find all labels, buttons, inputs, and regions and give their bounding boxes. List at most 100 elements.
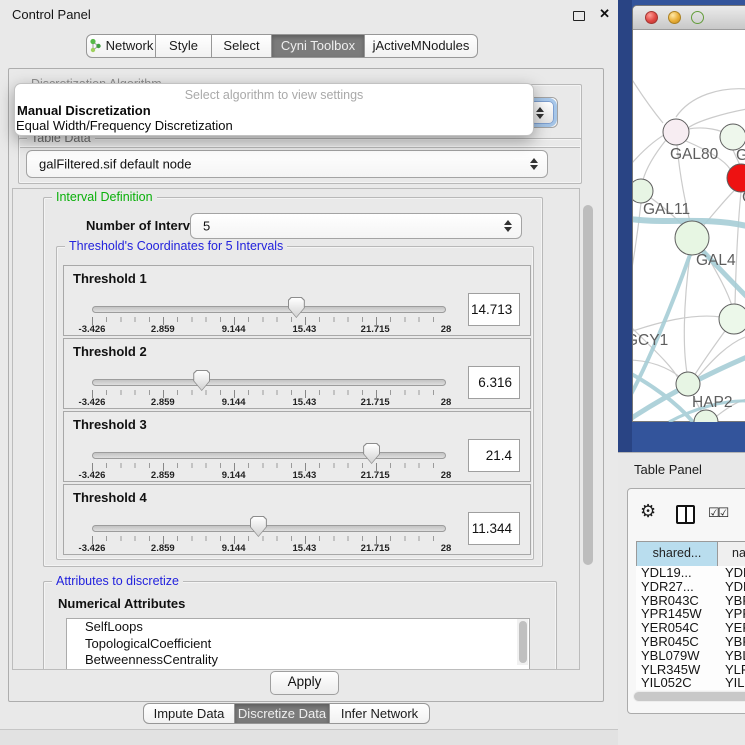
list-item[interactable]: SelfLoops [67,619,529,636]
tab-impute-data[interactable]: Impute Data [143,703,235,724]
network-view-window[interactable]: GAL80G.CGAL11GAL4GCY1HHAP2 [632,5,745,422]
gear-icon[interactable]: ⚙ [640,501,656,522]
settings-vertical-scrollbar[interactable] [580,190,596,668]
table-cell: YPR1 [718,607,745,621]
tab-infer-network[interactable]: Infer Network [330,703,430,724]
table-row[interactable]: YER054CYER0 [636,621,745,635]
tab-label: Impute Data [154,706,225,721]
apply-button[interactable]: Apply [270,671,339,695]
network-node-label: GAL80 [670,146,719,163]
network-node[interactable] [663,119,689,145]
tab-discretize-data[interactable]: Discretize Data [235,703,330,724]
split-columns-icon[interactable] [676,505,695,524]
dropdown-option-equal-width-frequency[interactable]: Equal Width/Frequency Discretization [16,118,233,133]
close-icon[interactable]: ✕ [599,6,610,22]
table-row[interactable]: YLR345WYLR3 [636,663,745,677]
tab-label: jActiveMNodules [373,38,470,53]
desktop-background: GAL80G.CGAL11GAL4GCY1HHAP2 [618,0,745,452]
network-node[interactable] [676,372,700,396]
threshold-1-row: Threshold 1 -3.426 2.859 9.144 15.43 21.… [63,265,531,336]
slider-track[interactable] [92,306,446,313]
table-header: shared... na [636,541,745,568]
panel-title: Control Panel [12,7,91,22]
list-item[interactable]: BetweennessCentrality [67,652,529,669]
tab-label: Network [106,38,154,53]
threshold-2-row: Threshold 2 -3.426 2.859 9.144 15.43 21.… [63,338,531,409]
group-title: Threshold's Coordinates for 5 Intervals [65,239,287,253]
number-of-intervals-spinner[interactable]: 5 [190,213,522,239]
tab-cyni-toolbox[interactable]: Cyni Toolbox [272,34,365,58]
table-cell: YER054C [636,621,718,635]
slider-track[interactable] [92,452,446,459]
table-cell: YBL079W [636,649,718,663]
threshold-label: Threshold 3 [73,417,147,432]
table-row[interactable]: YBL079WYBL0 [636,649,745,663]
desktop-shade [618,0,632,452]
slider-thumb[interactable] [288,297,305,318]
network-node[interactable] [675,221,709,255]
table-row[interactable]: YDR27...YDR2 [636,580,745,594]
float-window-icon[interactable] [573,11,585,21]
threshold-4-row: Threshold 4 -3.426 2.859 9.144 15.43 21.… [63,484,531,555]
table-cell: YPR145W [636,607,718,621]
threshold-value-field[interactable] [468,293,520,326]
tab-style[interactable]: Style [156,34,212,58]
table-body: YDL19...YDL1YDR27...YDR2YBR043CYBR0YPR14… [636,566,745,690]
table-row[interactable]: YBR043CYBR0 [636,594,745,608]
slider-track[interactable] [92,525,446,532]
slider-scale-labels: -3.426 2.859 9.144 15.43 21.715 28 [92,543,446,555]
tab-label: Discretize Data [238,706,326,721]
slider-thumb[interactable] [250,516,267,537]
table-row[interactable]: YBR045CYBR0 [636,635,745,649]
select-columns-checkboxes-icon[interactable]: ☑☑ [708,505,727,521]
zoom-traffic-light-icon[interactable] [691,11,704,24]
table-cell: YDR27... [636,580,718,594]
network-window-titlebar[interactable] [633,6,745,30]
dropdown-option-manual-discretization[interactable]: Manual Discretization [17,103,151,118]
slider-scale-labels: -3.426 2.859 9.144 15.43 21.715 28 [92,397,446,409]
slider-thumb[interactable] [363,443,380,464]
table-cell: YER0 [718,621,745,635]
network-canvas[interactable]: GAL80G.CGAL11GAL4GCY1HHAP2 [633,29,745,422]
table-horizontal-scrollbar[interactable] [633,691,745,702]
network-node-label: HAP2 [692,394,733,411]
slider-scale-labels: -3.426 2.859 9.144 15.43 21.715 28 [92,470,446,482]
thresholds-group: Threshold's Coordinates for 5 Intervals … [56,246,534,560]
table-data-combobox[interactable]: galFiltered.sif default node [26,150,548,178]
slider-track[interactable] [92,379,446,386]
bottom-strip [0,730,618,745]
table-cell: YLR3 [718,663,745,677]
threshold-value-field[interactable] [468,366,520,399]
network-node[interactable] [719,304,745,334]
node-table-panel: ⚙ ☑☑ shared... na YDL19...YDL1YDR27...YD… [627,488,745,714]
table-row[interactable]: YPR145WYPR1 [636,607,745,621]
tab-network[interactable]: Network [86,34,156,58]
up-down-arrows-icon [530,158,539,170]
control-panel-titlebar: Control Panel ✕ [0,0,618,30]
minimize-traffic-light-icon[interactable] [668,11,681,24]
attributes-scrollbar[interactable] [517,619,528,665]
slider-thumb[interactable] [193,370,210,391]
threshold-3-row: Threshold 3 -3.426 2.859 9.144 15.43 21.… [63,411,531,482]
threshold-value-field[interactable] [468,439,520,472]
network-node-label: GAL11 [643,201,690,218]
tab-jactivemnodules[interactable]: jActiveMNodules [365,34,478,58]
network-node[interactable] [633,179,653,203]
attributes-to-discretize-group: Attributes to discretize Numerical Attri… [43,581,557,670]
table-cell: YBR043C [636,594,718,608]
list-item[interactable]: TopologicalCoefficient [67,636,529,653]
threshold-value-field[interactable] [468,512,520,545]
table-row[interactable]: YDL19...YDL1 [636,566,745,580]
table-cell: YDL1 [718,566,745,580]
slider-scale-labels: -3.426 2.859 9.144 15.43 21.715 28 [92,324,446,336]
table-row[interactable]: YIL052CYIL0 [636,676,745,690]
numerical-attributes-list[interactable]: SelfLoopsTopologicalCoefficientBetweenne… [66,618,530,670]
tab-label: Infer Network [341,706,418,721]
column-header-name[interactable]: na [718,542,745,567]
tab-select[interactable]: Select [212,34,272,58]
network-node-label: G. [736,147,745,164]
column-header-shared-name[interactable]: shared... [636,542,718,567]
close-traffic-light-icon[interactable] [645,11,658,24]
threshold-label: Threshold 2 [73,344,147,359]
network-node[interactable] [694,410,718,422]
